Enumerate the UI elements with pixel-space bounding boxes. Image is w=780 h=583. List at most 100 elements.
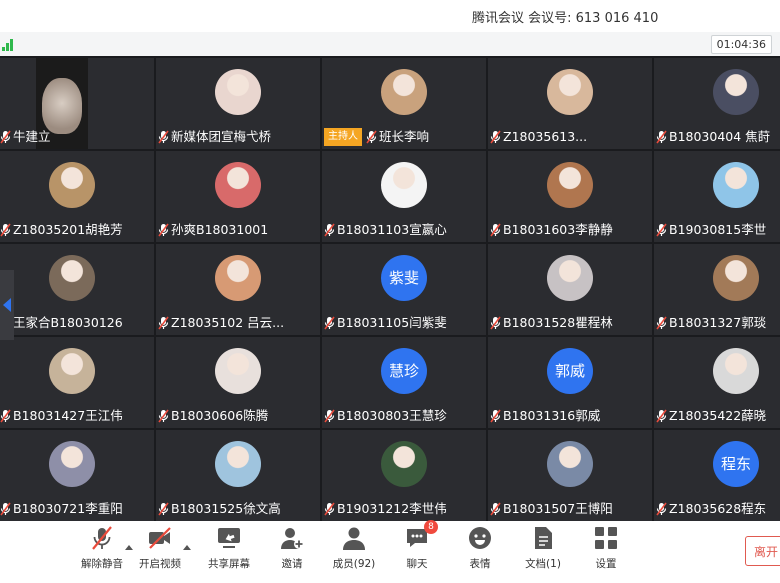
participant-tile[interactable]: Z18035613...	[488, 58, 652, 149]
participant-tile[interactable]: B19031212李世伟	[322, 430, 486, 521]
participant-tile[interactable]: Z18035102 吕云...	[156, 244, 320, 335]
mic-muted-icon	[656, 316, 667, 330]
participant-name: B18031427王江伟	[13, 408, 123, 423]
participant-tile[interactable]: 慧珍 B18030803王慧珍	[322, 337, 486, 428]
unread-badge: 8	[424, 520, 438, 534]
participant-name: B18031528瞿程林	[503, 315, 613, 330]
document-button[interactable]: 文档(1)	[513, 525, 573, 571]
participant-tile[interactable]: B18030606陈腾	[156, 337, 320, 428]
toolbar-label: 设置	[595, 558, 617, 570]
mic-muted-icon	[490, 316, 501, 330]
leave-meeting-button[interactable]: 离开	[745, 536, 780, 566]
participant-caption: B18031105闫紫斐	[324, 313, 447, 333]
avatar	[215, 69, 261, 115]
avatar	[381, 162, 427, 208]
participant-caption: 牛建立	[0, 127, 51, 147]
participant-caption: B18030606陈腾	[158, 406, 268, 426]
participant-tile[interactable]: B18031528瞿程林	[488, 244, 652, 335]
mic-muted-icon	[656, 223, 667, 237]
avatar	[381, 69, 427, 115]
avatar: 程东	[713, 441, 759, 487]
participant-name: Z18035102 吕云...	[171, 315, 285, 330]
emoji-button[interactable]: 表情	[450, 525, 510, 571]
participant-name: 王家合B18030126	[13, 315, 123, 330]
avatar	[547, 69, 593, 115]
participant-tile[interactable]: 紫斐 B18031105闫紫斐	[322, 244, 486, 335]
participant-tile[interactable]: B18030721李重阳	[0, 430, 154, 521]
participant-tile[interactable]: 主持人 班长李响	[322, 58, 486, 149]
participant-tile[interactable]: Z18035201胡艳芳	[0, 151, 154, 242]
chat-button[interactable]: 8 聊天	[387, 520, 447, 571]
document-icon	[530, 525, 556, 551]
participant-name: B18030721李重阳	[13, 501, 123, 516]
share-screen-button[interactable]: 共享屏幕	[199, 525, 259, 571]
participant-tile[interactable]: 新媒体团宣梅弋桥	[156, 58, 320, 149]
toolbar-label: 表情	[469, 558, 491, 570]
previous-page-arrow-icon[interactable]	[0, 270, 14, 340]
participant-name: Z18035201胡艳芳	[13, 222, 123, 237]
participant-name: 班长李响	[379, 129, 430, 144]
participant-caption: B18031103宣嬴心	[324, 220, 447, 240]
mic-muted-icon	[490, 409, 501, 423]
mic-muted-icon	[158, 316, 169, 330]
participant-name: B18030803王慧珍	[337, 408, 447, 423]
avatar	[713, 162, 759, 208]
avatar	[49, 255, 95, 301]
avatar	[713, 255, 759, 301]
participant-caption: Z18035628程东	[656, 499, 766, 519]
avatar	[713, 69, 759, 115]
mic-muted-icon	[490, 223, 501, 237]
settings-icon	[593, 525, 619, 551]
participant-tile[interactable]: B18031525徐文高	[156, 430, 320, 521]
settings-button[interactable]: 设置	[576, 525, 636, 571]
members-button[interactable]: 成员(92)	[324, 525, 384, 571]
participant-tile[interactable]: B18031507王博阳	[488, 430, 652, 521]
participant-caption: Z18035102 吕云...	[158, 313, 284, 333]
participant-tile[interactable]: 程东 Z18035628程东	[654, 430, 780, 521]
mic-muted-icon	[656, 409, 667, 423]
participant-tile[interactable]: 郭威 B18031316郭威	[488, 337, 652, 428]
avatar: 慧珍	[381, 348, 427, 394]
participant-name: B18030606陈腾	[171, 408, 269, 423]
chat-icon: 8	[404, 520, 438, 551]
participant-tile[interactable]: B18031603李静静	[488, 151, 652, 242]
participant-name: 孙爽B18031001	[171, 222, 269, 237]
host-badge: 主持人	[324, 128, 362, 146]
meeting-info: 腾讯会议 会议号: 613 016 410	[472, 11, 659, 26]
meeting-toolbar: 解除静音 开启视频 共享屏幕 邀请 成员(92) 8 聊天 表情 文档(1) 设置	[0, 520, 780, 583]
participant-name: B18031105闫紫斐	[337, 315, 447, 330]
participant-caption: B19030815李世	[656, 220, 766, 240]
participant-tile[interactable]: Z18035422薛晓	[654, 337, 780, 428]
signal-strength-icon[interactable]	[2, 39, 14, 51]
camera-off-button[interactable]: 开启视频	[130, 525, 190, 571]
participant-name: B18031507王博阳	[503, 501, 613, 516]
participant-name: B18031603李静静	[503, 222, 613, 237]
mic-muted-icon	[0, 502, 11, 516]
participant-caption: B18031603李静静	[490, 220, 613, 240]
toolbar-label: 共享屏幕	[208, 558, 250, 570]
participant-name: Z18035628程东	[669, 501, 767, 516]
participant-tile[interactable]: B18031103宣嬴心	[322, 151, 486, 242]
participant-tile[interactable]: 王家合B18030126	[0, 244, 154, 335]
participant-caption: B18031316郭威	[490, 406, 600, 426]
participant-caption: 王家合B18030126	[0, 313, 123, 333]
participant-caption: B18031327郭琰	[656, 313, 766, 333]
participant-tile[interactable]: B19030815李世	[654, 151, 780, 242]
toolbar-label: 解除静音	[81, 558, 123, 570]
invite-user-button[interactable]: 邀请	[262, 525, 322, 571]
participant-tile[interactable]: 牛建立	[0, 58, 154, 149]
camera-off-icon	[147, 525, 173, 551]
status-bar	[0, 32, 780, 57]
mic-muted-icon	[324, 316, 335, 330]
avatar	[547, 255, 593, 301]
participant-tile[interactable]: 孙爽B18031001	[156, 151, 320, 242]
participant-tile[interactable]: B18030404 焦莳	[654, 58, 780, 149]
avatar	[49, 348, 95, 394]
participant-tile[interactable]: B18031427王江伟	[0, 337, 154, 428]
mic-muted-icon	[0, 223, 11, 237]
avatar	[215, 255, 261, 301]
participant-caption: B18030404 焦莳	[656, 127, 770, 147]
participant-tile[interactable]: B18031327郭琰	[654, 244, 780, 335]
mic-muted-button[interactable]: 解除静音	[72, 525, 132, 571]
chevron-up-icon[interactable]	[183, 545, 191, 550]
